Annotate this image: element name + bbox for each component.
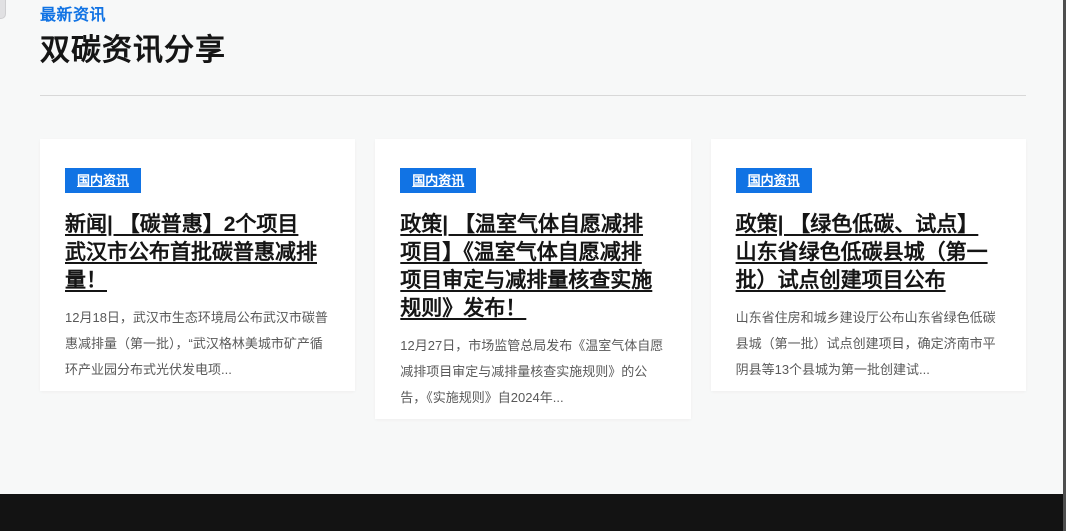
article-title-link[interactable]: 政策| 【绿色低碳、试点】山东省绿色低碳县城（第一批）试点创建项目公布: [736, 211, 989, 295]
article-excerpt: 12月27日，市场监管总局发布《温室气体自愿减排项目审定与减排量核查实施规则》的…: [400, 333, 665, 411]
news-section: 最新资讯 双碳资讯分享 国内资讯 新闻| 【碳普惠】2个项目武汉市公布首批碳普惠…: [0, 0, 1066, 494]
category-badge[interactable]: 国内资讯: [400, 168, 476, 193]
news-card-list: 国内资讯 新闻| 【碳普惠】2个项目武汉市公布首批碳普惠减排量！ 12月18日，…: [40, 139, 1026, 419]
news-card: 国内资讯 新闻| 【碳普惠】2个项目武汉市公布首批碳普惠减排量！ 12月18日，…: [40, 139, 355, 391]
page-title: 双碳资讯分享: [40, 31, 1026, 71]
category-badge[interactable]: 国内资讯: [736, 168, 812, 193]
scrollbar-thumb[interactable]: [0, 0, 6, 19]
article-title-link[interactable]: 政策| 【温室气体自愿减排项目】《温室气体自愿减排项目审定与减排量核查实施规则》…: [400, 211, 653, 323]
article-excerpt: 山东省住房和城乡建设厅公布山东省绿色低碳县城（第一批）试点创建项目，确定济南市平…: [736, 305, 1001, 383]
header-divider: [40, 95, 1026, 96]
footer-bar: [0, 494, 1066, 531]
news-page: 最新资讯 双碳资讯分享 国内资讯 新闻| 【碳普惠】2个项目武汉市公布首批碳普惠…: [0, 0, 1066, 531]
article-excerpt: 12月18日，武汉市生态环境局公布武汉市碳普惠减排量（第一批），“武汉格林美城市…: [65, 305, 330, 383]
article-title-link[interactable]: 新闻| 【碳普惠】2个项目武汉市公布首批碳普惠减排量！: [65, 211, 318, 295]
news-card: 国内资讯 政策| 【绿色低碳、试点】山东省绿色低碳县城（第一批）试点创建项目公布…: [711, 139, 1026, 391]
category-badge[interactable]: 国内资讯: [65, 168, 141, 193]
latest-news-eyebrow: 最新资讯: [40, 5, 1026, 27]
news-card: 国内资讯 政策| 【温室气体自愿减排项目】《温室气体自愿减排项目审定与减排量核查…: [375, 139, 690, 419]
